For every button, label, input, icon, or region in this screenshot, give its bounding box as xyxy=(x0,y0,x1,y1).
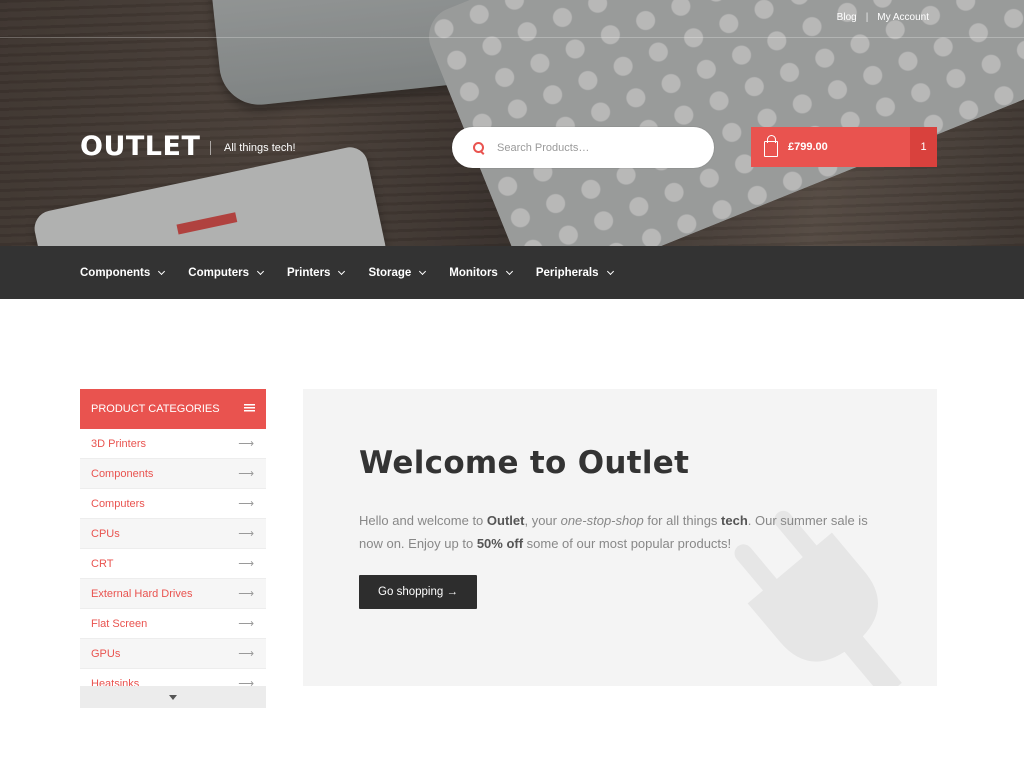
category-label: GPUs xyxy=(91,647,121,660)
nav-item-storage[interactable]: Storage xyxy=(368,266,427,279)
top-links: Blog | My Account xyxy=(837,12,929,23)
nav-item-monitors[interactable]: Monitors xyxy=(449,266,513,279)
chevron-down-icon xyxy=(419,267,427,275)
top-links-separator: | xyxy=(865,12,869,23)
main-nav: Components Computers Printers Storage Mo… xyxy=(0,246,1024,299)
category-item-external-hard-drives[interactable]: External Hard Drives ⟶ xyxy=(80,579,266,609)
list-icon[interactable] xyxy=(244,404,255,413)
arrow-right-icon: ⟶ xyxy=(238,558,254,570)
arrow-right-icon: ⟶ xyxy=(238,528,254,540)
chevron-down-icon xyxy=(256,267,265,275)
nav-item-components[interactable]: Components xyxy=(80,266,166,279)
arrow-right-icon: ⟶ xyxy=(238,468,254,480)
category-label: CRT xyxy=(91,557,114,570)
top-divider xyxy=(0,37,1024,38)
nav-item-peripherals[interactable]: Peripherals xyxy=(535,266,614,279)
chevron-down-icon xyxy=(338,267,346,275)
category-item-flat-screen[interactable]: Flat Screen ⟶ xyxy=(80,609,266,639)
nav-item-computers[interactable]: Computers xyxy=(188,266,265,279)
welcome-panel: Welcome to Outlet Hello and welcome to O… xyxy=(303,389,937,686)
category-item-computers[interactable]: Computers ⟶ xyxy=(80,489,266,519)
nav-item-label: Peripherals xyxy=(535,266,599,279)
arrow-right-icon: ⟶ xyxy=(238,648,254,660)
caret-down-icon xyxy=(169,694,177,700)
go-shopping-button[interactable]: Go shopping → xyxy=(359,575,477,609)
chevron-down-icon xyxy=(606,267,614,275)
search-bar xyxy=(452,127,714,168)
chevron-down-icon xyxy=(505,267,513,275)
nav-item-label: Components xyxy=(80,266,151,279)
category-item-cpus[interactable]: CPUs ⟶ xyxy=(80,519,266,549)
arrow-right-icon: ⟶ xyxy=(238,618,254,630)
arrow-right-icon: ⟶ xyxy=(238,498,254,510)
cart-button[interactable]: £799.00 1 xyxy=(751,127,937,167)
category-list: 3D Printers ⟶ Components ⟶ Computers ⟶ CPUs… xyxy=(80,429,266,699)
category-label: Computers xyxy=(91,497,145,510)
product-categories-title: PRODUCT CATEGORIES xyxy=(91,403,220,415)
welcome-text: Hello and welcome to Outlet, your one-st… xyxy=(359,513,868,551)
nav-item-printers[interactable]: Printers xyxy=(286,266,346,279)
nav-item-label: Computers xyxy=(188,266,249,279)
welcome-heading: Welcome to Outlet xyxy=(359,445,690,481)
site-logo[interactable]: OUTLET xyxy=(80,131,200,162)
category-item-3d-printers[interactable]: 3D Printers ⟶ xyxy=(80,429,266,459)
my-account-link[interactable]: My Account xyxy=(877,12,929,23)
site-tagline: All things tech! xyxy=(210,141,296,155)
cart-total: £799.00 xyxy=(788,141,828,153)
cart-count-badge: 1 xyxy=(910,127,937,167)
search-icon[interactable] xyxy=(473,141,485,154)
chevron-down-icon xyxy=(158,267,166,275)
category-item-gpus[interactable]: GPUs ⟶ xyxy=(80,639,266,669)
scroll-down-button[interactable] xyxy=(80,686,266,708)
category-label: 3D Printers xyxy=(91,437,147,450)
category-label: External Hard Drives xyxy=(91,587,193,600)
category-item-crt[interactable]: CRT ⟶ xyxy=(80,549,266,579)
category-label: CPUs xyxy=(91,527,120,540)
search-input[interactable] xyxy=(497,141,697,154)
product-categories-header: PRODUCT CATEGORIES xyxy=(80,389,266,429)
arrow-right-icon: ⟶ xyxy=(238,588,254,600)
category-label: Components xyxy=(91,467,154,480)
product-categories-panel: PRODUCT CATEGORIES 3D Printers ⟶ Componen… xyxy=(80,389,266,708)
arrow-right-icon: ⟶ xyxy=(238,438,254,450)
nav-item-label: Monitors xyxy=(449,266,498,279)
nav-item-label: Printers xyxy=(286,266,331,279)
shopping-bag-icon xyxy=(764,134,778,157)
category-item-components[interactable]: Components ⟶ xyxy=(80,459,266,489)
blog-link[interactable]: Blog xyxy=(837,12,857,23)
nav-item-label: Storage xyxy=(368,266,412,279)
category-label: Flat Screen xyxy=(91,617,148,630)
